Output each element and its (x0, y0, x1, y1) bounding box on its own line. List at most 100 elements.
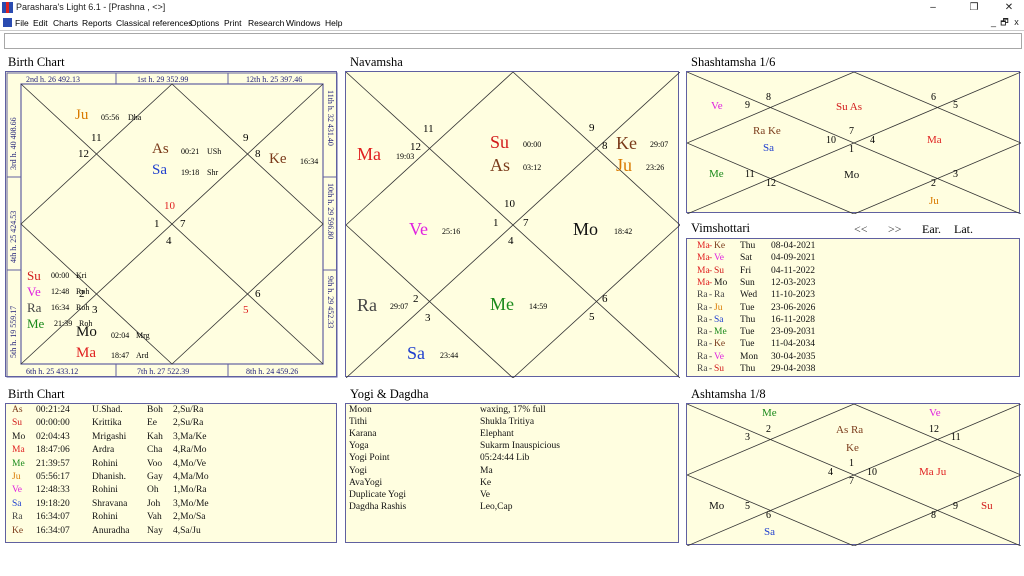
planet-degree: 03:12 (523, 163, 542, 172)
planet-nakshatra: USh (207, 147, 222, 156)
dasha-day: Sat (740, 253, 753, 264)
planet-degree: 02:04 (111, 331, 130, 340)
planet-degree: 29:07 (390, 302, 409, 311)
ashtamsha-title: Ashtamsha 1/8 (691, 387, 766, 401)
restore-button[interactable]: ❐ (961, 1, 987, 15)
dasha-antardasha: Su (714, 265, 725, 276)
house-number: 11 (423, 123, 434, 135)
planet-degree: 23:44 (440, 351, 459, 360)
previous-button[interactable]: << (854, 222, 868, 237)
house-number: 1 (849, 458, 854, 469)
dasha-separator: - (709, 241, 713, 251)
planet-degree: 00:00 (523, 140, 542, 149)
table-degree: 02:04:43 (36, 431, 70, 442)
yogi-label: Yoga (349, 441, 369, 452)
house-number: 6 (602, 293, 608, 305)
menu-options[interactable]: Options (190, 18, 219, 28)
menu-help[interactable]: Help (325, 18, 342, 28)
close-button[interactable]: ✕ (996, 1, 1022, 15)
house-number: 11 (951, 432, 961, 443)
table-syllable: Kah (147, 431, 163, 442)
planet-degree: 00:00 (51, 271, 70, 280)
next-button[interactable]: >> (888, 222, 902, 237)
house-number: 12 (78, 148, 89, 160)
table-syllable: Boh (147, 405, 163, 415)
mdi-minimize-button[interactable]: _ (988, 17, 999, 28)
planet-degree: 12:48 (51, 287, 70, 296)
house-number: 7 (849, 476, 854, 487)
dasha-antardasha: Me (714, 327, 727, 338)
table-degree: 00:21:24 (36, 405, 70, 415)
dasha-antardasha: Su (714, 364, 725, 374)
vimshottari-panel[interactable]: Ma - Ke Thu 08-04-2021 Ma - Ve Sat 04-09-2021 Ma - S… (686, 238, 1020, 377)
menu-file[interactable]: File (15, 18, 29, 28)
navamsha-panel[interactable]: 11 12 9 8 10 1 7 4 2 3 6 5 Ma 19:03 Su 0… (345, 71, 680, 378)
menu-windows[interactable]: Windows (286, 18, 320, 28)
dasha-separator: - (709, 277, 713, 288)
table-nakshatra: U.Shad. (92, 405, 123, 415)
planet-ketu: Ke (846, 442, 859, 454)
table-nakshatra: Dhanish. (92, 472, 127, 482)
birth-chart-panel[interactable]: 2nd h. 26 492.13 1st h. 29 352.99 12th h… (5, 71, 338, 378)
document-icon[interactable] (3, 18, 12, 27)
birth-chart-title: Birth Chart (8, 55, 65, 69)
mdi-restore-button[interactable]: 🗗 (999, 17, 1010, 28)
yogi-value: Ve (480, 489, 491, 500)
dasha-mahadasha: Ra (697, 302, 708, 313)
dasha-day: Tue (740, 339, 755, 350)
earlier-button[interactable]: Ear. (922, 222, 941, 237)
planet-nakshatra: Ard (136, 351, 149, 360)
house-number: 9 (953, 501, 958, 512)
house-number: 12 (766, 178, 776, 189)
planet-mars: Ma (357, 144, 381, 164)
table-degree: 16:34:07 (36, 525, 70, 536)
planet-degree: 14:59 (529, 302, 548, 311)
dasha-separator: - (709, 290, 713, 301)
menu-charts[interactable]: Charts (53, 18, 78, 28)
menu-edit[interactable]: Edit (33, 18, 48, 28)
table-planet: Mo (12, 431, 26, 442)
dasha-day: Tue (740, 302, 755, 313)
house-number: 4 (870, 135, 875, 146)
mdi-close-button[interactable]: x (1011, 17, 1022, 28)
planet-nakshatra: Mrg (136, 331, 150, 340)
shashtamsha-panel[interactable]: 9 8 6 5 10 7 4 1 11 12 2 3 Ve Su As Ra K… (686, 71, 1021, 214)
minimize-button[interactable]: – (920, 1, 946, 15)
menu-print[interactable]: Print (224, 18, 241, 28)
planet-nakshatra: Roh (76, 303, 90, 312)
table-nakshatra: Rohini (92, 512, 118, 523)
dasha-mahadasha: Ma (697, 241, 710, 251)
house-number: 11 (91, 132, 102, 144)
house-number: 3 (745, 432, 750, 443)
table-pada: 4,Mo/Ve (173, 458, 206, 469)
house-number: 5 (745, 501, 750, 512)
header-8th-house: 8th h. 24 459.26 (246, 367, 299, 376)
planet-venus: Ve (711, 100, 723, 112)
menu-classical-references[interactable]: Classical references (116, 18, 193, 28)
header-2nd-house: 2nd h. 26 492.13 (26, 75, 80, 84)
table-syllable: Gay (147, 472, 163, 482)
planet-rahu: Ra (27, 300, 42, 315)
house-number: 1 (849, 144, 854, 155)
yogi-panel[interactable]: Moon waxing, 17% full Tithi Shukla Tritiya K… (345, 403, 679, 543)
menu-reports[interactable]: Reports (82, 18, 112, 28)
planet-moon: Mo (76, 324, 97, 340)
table-pada: 3,Ma/Ke (173, 431, 207, 442)
dasha-day: Mon (740, 351, 758, 362)
header-9th-house: 9th h. 29 452.33 (326, 276, 335, 329)
dasha-mahadasha: Ma (697, 253, 710, 264)
dasha-antardasha: Sa (714, 314, 724, 325)
menu-research[interactable]: Research (248, 18, 284, 28)
header-7th-house: 7th h. 27 522.39 (137, 367, 190, 376)
dasha-date: 30-04-2035 (771, 351, 816, 362)
table-pada: 2,Su/Ra (173, 405, 204, 415)
planet-sun: Su (981, 500, 993, 512)
birth-table-panel[interactable]: As 00:21:24 U.Shad. Boh 2,Su/Ra Su 00:00:00 Kri… (5, 403, 337, 543)
later-button[interactable]: Lat. (954, 222, 973, 237)
house-number: 9 (589, 122, 595, 134)
header-5th-house: 5th h. 19 559.17 (9, 305, 18, 358)
ashtamsha-panel[interactable]: 3 2 12 11 4 1 10 7 5 6 8 9 Me Ve As Ra K… (686, 403, 1021, 546)
dasha-separator: - (709, 314, 713, 325)
shashtamsha-diagram (687, 72, 1021, 214)
window-title-bar: Parashara's Light 6.1 - [Prashna , <>] –… (0, 0, 1024, 16)
